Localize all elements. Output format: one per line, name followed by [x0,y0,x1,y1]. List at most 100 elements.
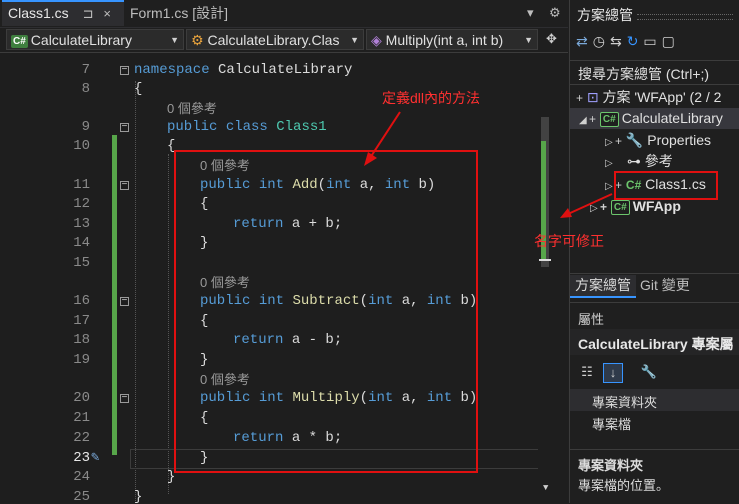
pin-icon[interactable]: ⊐ [83,6,94,21]
line-number: 11 [73,177,90,193]
line-number: 20 [73,390,90,406]
tree-solution[interactable]: + ⊡ 方案 'WFApp' (2 / 2 [576,87,721,108]
annotation-arrow [560,193,613,218]
line-number: 10 [73,138,90,154]
line-number: 25 [73,489,90,503]
settings-icon[interactable]: ⚙ [549,5,561,21]
refresh-icon[interactable]: ↻ [627,33,644,49]
line-number: 21 [73,410,90,426]
pending-add-icon: + [615,134,623,148]
csharp-project-icon: C# [599,112,619,127]
expanded-icon: ◢ [579,115,587,126]
code-line[interactable]: } [134,488,142,503]
member-dropdown[interactable]: ◈ Multiply(int a, int b) ▼ [366,29,538,50]
code-line[interactable]: public class Class1 [167,118,327,137]
references-icon: ⊶ [626,153,641,169]
tab-git-changes[interactable]: Git 變更 [640,275,690,296]
scroll-down-icon[interactable]: ▼ [543,483,548,493]
line-number: 19 [73,352,90,368]
solution-explorer-panel: 方案總管 ⇄◷⇆↻▭▢ 搜尋方案總管 (Ctrl+;) + ⊡ 方案 'WFAp… [569,0,739,504]
editor-tab-bar: Class1.cs ⊐ × Form1.cs [設計] ▾ ⚙ [0,0,568,28]
properties-panel: 屬性 CalculateLibrary 專案屬 ☷ ↓ 🔧 專案資料夾 專案檔 … [570,302,739,504]
collapse-region-icon[interactable]: − [120,123,129,133]
wrench-icon: 🔧 [625,132,644,148]
alphabetical-icon[interactable]: ↓ [603,363,623,383]
chevron-down-icon: ▼ [524,35,533,45]
tree-item-calculatelibrary[interactable]: ◢ + C# CalculateLibrary [579,108,723,129]
tab-class1-cs[interactable]: Class1.cs ⊐ × [2,0,124,26]
line-number: 24 [73,469,90,485]
split-editor-icon[interactable]: ✥ [546,31,557,47]
line-number: 7 [81,62,90,78]
class-icon: ⚙ [191,32,204,48]
properties-object-selector[interactable]: CalculateLibrary 專案屬 [570,329,739,355]
method-annotation: 定義dll內的方法 [382,90,481,106]
property-description-text: 專案檔的位置。 [578,478,670,493]
collapse-all-icon[interactable]: ▭ [643,33,661,49]
line-number: 8 [81,81,90,97]
divider [570,273,739,274]
properties-title: 屬性 [578,312,605,327]
tab-label: Class1.cs [8,5,69,21]
pending-add-icon: + [576,91,584,105]
code-line[interactable]: namespace CalculateLibrary [134,61,352,80]
divider [570,449,739,450]
collapse-region-icon[interactable]: − [120,181,129,191]
solution-toolbar: ⇄◷⇆↻▭▢ [576,33,738,53]
rename-annotation: 名字可修正 [534,233,604,249]
panel-title: 方案總管 [577,7,633,23]
csharp-project-icon: C# [11,35,28,48]
property-pages-icon[interactable]: 🔧 [640,363,658,381]
collapse-region-icon[interactable]: − [120,66,129,76]
collapse-region-icon[interactable]: − [120,394,129,404]
property-description-title: 專案資料夾 [578,458,644,473]
change-indicator [112,175,117,455]
categorized-icon[interactable]: ☷ [578,363,596,381]
collapsed-icon: ▷ [605,137,613,148]
tree-item-references[interactable]: ▷ ⊶ 參考 [605,151,673,172]
line-number: 15 [73,255,90,271]
code-line[interactable]: { [134,80,142,99]
history-icon[interactable]: ◷ [593,33,610,49]
line-number: 12 [73,196,90,212]
solution-search-input[interactable]: 搜尋方案總管 (Ctrl+;) [570,60,739,85]
panel-grip [637,14,733,20]
sync-icon[interactable]: ⇄ [576,33,593,49]
indent-guide [135,81,136,503]
change-indicator [112,135,117,175]
project-dropdown[interactable]: C# CalculateLibrary ▼ [6,29,184,50]
line-number: 14 [73,235,90,251]
indent-guide [168,154,169,494]
close-icon[interactable]: × [103,6,111,21]
line-number: 9 [81,119,90,135]
chevron-down-icon: ▼ [350,35,359,45]
line-number: 16 [73,293,90,309]
tab-label: Form1.cs [設計] [130,5,229,21]
pending-add-icon: + [589,112,597,126]
tab-list-dropdown-icon[interactable]: ▾ [527,5,534,21]
tab-solution-explorer[interactable]: 方案總管 [570,275,636,298]
class-dropdown[interactable]: ⚙ CalculateLibrary.Clas ▼ [186,29,364,50]
line-number: 13 [73,216,90,232]
class1-highlight-box [614,171,718,200]
line-number: 22 [73,430,90,446]
methods-highlight-box [174,150,478,473]
back-forward-icon[interactable]: ⇆ [610,33,627,49]
tree-item-properties[interactable]: ▷ + 🔧 Properties [605,130,711,151]
property-row-folder[interactable]: 專案資料夾 [570,389,739,411]
editor-scrollbar[interactable] [538,53,552,503]
view-icon[interactable]: ▢ [662,33,680,49]
chevron-down-icon: ▼ [170,35,179,45]
quick-action-brush-icon[interactable]: ✎ [91,449,99,466]
reference-count-lens[interactable]: 0 個參考 [167,99,217,118]
solution-icon: ⊡ [586,89,599,105]
tab-form1-design[interactable]: Form1.cs [設計] [124,0,244,26]
property-row-file[interactable]: 專案檔 [570,411,739,433]
line-number: 23 [73,450,90,466]
annotation-arrow [364,111,401,166]
line-number: 17 [73,313,90,329]
navigation-bar: C# CalculateLibrary ▼ ⚙ CalculateLibrary.… [0,28,568,53]
method-icon: ◈ [371,32,382,48]
collapse-region-icon[interactable]: − [120,297,129,307]
line-number: 18 [73,332,90,348]
